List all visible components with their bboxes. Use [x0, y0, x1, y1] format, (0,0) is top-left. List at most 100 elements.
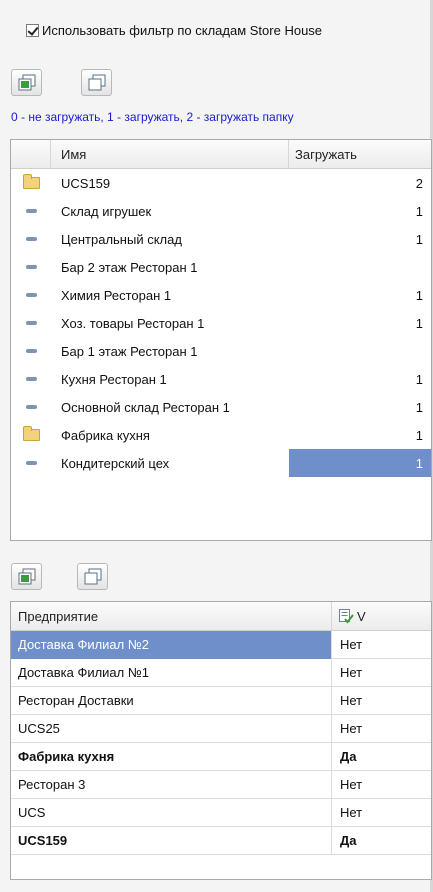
warehouse-item-icon	[25, 405, 37, 409]
warehouse-row[interactable]: Химия Ресторан 11	[11, 281, 431, 309]
check-all-enterprises-button[interactable]	[11, 563, 42, 590]
warehouse-type-cell	[11, 169, 51, 197]
check-all-icon	[18, 74, 35, 90]
folder-icon	[22, 426, 40, 441]
enterprises-header: Предприятие V	[11, 602, 431, 631]
enterprise-v-value[interactable]: Нет	[332, 799, 431, 827]
enterprise-v-value[interactable]: Нет	[332, 771, 431, 799]
warehouse-load-value[interactable]: 1	[289, 421, 431, 449]
enterprise-row[interactable]: Ресторан Доставки Нет	[11, 686, 431, 715]
uncheck-all-icon	[84, 568, 101, 584]
warehouse-type-cell	[11, 421, 51, 449]
warehouse-row[interactable]: Основной склад Ресторан 11	[11, 393, 431, 421]
warehouse-item-icon	[25, 349, 37, 353]
enterprise-v-value[interactable]: Нет	[332, 631, 431, 659]
warehouse-type-cell	[11, 309, 51, 337]
enterprises-rows: Доставка Филиал №2 Нет Доставка Филиал №1 Н…	[11, 630, 431, 855]
warehouse-load-value[interactable]: 1	[289, 281, 431, 309]
header-v[interactable]: V	[332, 602, 431, 630]
warehouse-load-value[interactable]: 1	[289, 197, 431, 225]
warehouse-item-icon	[25, 293, 37, 297]
warehouse-name[interactable]: Химия Ресторан 1	[51, 281, 289, 309]
warehouse-item-icon	[25, 321, 37, 325]
warehouse-row[interactable]: Кухня Ресторан 11	[11, 365, 431, 393]
uncheck-all-enterprises-button[interactable]	[77, 563, 108, 590]
warehouse-load-value[interactable]	[289, 337, 431, 365]
warehouse-name[interactable]: Склад игрушек	[51, 197, 289, 225]
store-house-filter-checkbox[interactable]	[26, 23, 39, 37]
warehouse-row[interactable]: Центральный склад 1	[11, 225, 431, 253]
uncheck-all-button[interactable]	[81, 69, 112, 96]
warehouse-item-icon	[25, 461, 37, 465]
warehouse-load-value[interactable]	[289, 253, 431, 281]
store-house-filter-label: Использовать фильтр по складам Store Hou…	[42, 22, 323, 38]
warehouse-type-cell	[11, 253, 51, 281]
warehouse-type-cell	[11, 393, 51, 421]
enterprise-name[interactable]: Доставка Филиал №1	[11, 658, 332, 687]
warehouse-item-icon	[25, 209, 37, 213]
warehouse-name[interactable]: Бар 2 этаж Ресторан 1	[51, 253, 289, 281]
warehouse-item-icon	[25, 265, 37, 269]
warehouse-load-value[interactable]: 2	[289, 169, 431, 197]
warehouse-name[interactable]: Центральный склад	[51, 225, 289, 253]
enterprise-v-value[interactable]: Да	[332, 743, 431, 771]
warehouse-type-cell	[11, 449, 51, 477]
enterprise-row[interactable]: Доставка Филиал №1 Нет	[11, 658, 431, 687]
warehouse-name[interactable]: Кондитерский цех	[51, 449, 289, 477]
enterprise-name[interactable]: Фабрика кухня	[11, 742, 332, 771]
warehouses-rows: UCS159 2 Склад игрушек 1 Центральный склад 1 Б…	[11, 169, 431, 477]
header-name[interactable]: Имя	[51, 140, 289, 168]
warehouse-row[interactable]: Бар 1 этаж Ресторан 1	[11, 337, 431, 365]
warehouse-row[interactable]: Хоз. товары Ресторан 11	[11, 309, 431, 337]
warehouse-load-value[interactable]: 1	[289, 449, 431, 477]
warehouse-name[interactable]: Кухня Ресторан 1	[51, 365, 289, 393]
warehouse-row[interactable]: Фабрика кухня 1	[11, 421, 431, 449]
enterprise-row[interactable]: Доставка Филиал №2 Нет	[11, 630, 431, 659]
warehouse-item-icon	[25, 377, 37, 381]
warehouse-load-value[interactable]: 1	[289, 309, 431, 337]
warehouse-row[interactable]: Склад игрушек 1	[11, 197, 431, 225]
checklist-icon	[339, 609, 354, 624]
enterprise-row[interactable]: UCS25 Нет	[11, 714, 431, 743]
enterprise-name[interactable]: Ресторан Доставки	[11, 686, 332, 715]
warehouse-type-cell	[11, 365, 51, 393]
folder-icon	[22, 174, 40, 189]
enterprise-name[interactable]: Доставка Филиал №2	[11, 630, 332, 659]
warehouse-type-cell	[11, 225, 51, 253]
warehouse-name[interactable]: UCS159	[51, 169, 289, 197]
header-load[interactable]: Загружать	[289, 140, 431, 168]
enterprise-name[interactable]: UCS159	[11, 826, 332, 855]
enterprise-name[interactable]: UCS	[11, 798, 332, 827]
warehouse-load-value[interactable]: 1	[289, 365, 431, 393]
enterprise-v-value[interactable]: Нет	[332, 715, 431, 743]
warehouse-type-cell	[11, 197, 51, 225]
enterprise-row[interactable]: UCS Нет	[11, 798, 431, 827]
enterprise-v-value[interactable]: Нет	[332, 659, 431, 687]
warehouse-load-value[interactable]: 1	[289, 225, 431, 253]
enterprise-v-value[interactable]: Нет	[332, 687, 431, 715]
enterprises-table[interactable]: Предприятие V Доставка Филиал №2 Нет Доста…	[10, 601, 432, 880]
enterprise-row[interactable]: Ресторан 3 Нет	[11, 770, 431, 799]
check-all-button[interactable]	[11, 69, 42, 96]
enterprise-name[interactable]: Ресторан 3	[11, 770, 332, 799]
warehouse-row[interactable]: Бар 2 этаж Ресторан 1	[11, 253, 431, 281]
store-house-filter-row[interactable]: Использовать фильтр по складам Store Hou…	[26, 21, 322, 39]
header-enterprise[interactable]: Предприятие	[11, 602, 332, 630]
warehouse-item-icon	[25, 237, 37, 241]
warehouse-row[interactable]: UCS159 2	[11, 169, 431, 197]
warehouse-row[interactable]: Кондитерский цех 1	[11, 449, 431, 477]
check-all-icon	[18, 568, 35, 584]
load-mode-hint: 0 - не загружать, 1 - загружать, 2 - заг…	[11, 110, 294, 124]
warehouse-name[interactable]: Фабрика кухня	[51, 421, 289, 449]
enterprise-v-value[interactable]: Да	[332, 827, 431, 855]
header-icon-column	[11, 140, 51, 168]
warehouses-table[interactable]: Имя Загружать UCS159 2 Склад игрушек 1 Центр…	[10, 139, 432, 541]
warehouse-name[interactable]: Хоз. товары Ресторан 1	[51, 309, 289, 337]
enterprise-name[interactable]: UCS25	[11, 714, 332, 743]
enterprise-row[interactable]: UCS159 Да	[11, 826, 431, 855]
warehouse-name[interactable]: Основной склад Ресторан 1	[51, 393, 289, 421]
warehouse-load-value[interactable]: 1	[289, 393, 431, 421]
warehouse-name[interactable]: Бар 1 этаж Ресторан 1	[51, 337, 289, 365]
enterprise-row[interactable]: Фабрика кухня Да	[11, 742, 431, 771]
warehouses-header: Имя Загружать	[11, 140, 431, 169]
